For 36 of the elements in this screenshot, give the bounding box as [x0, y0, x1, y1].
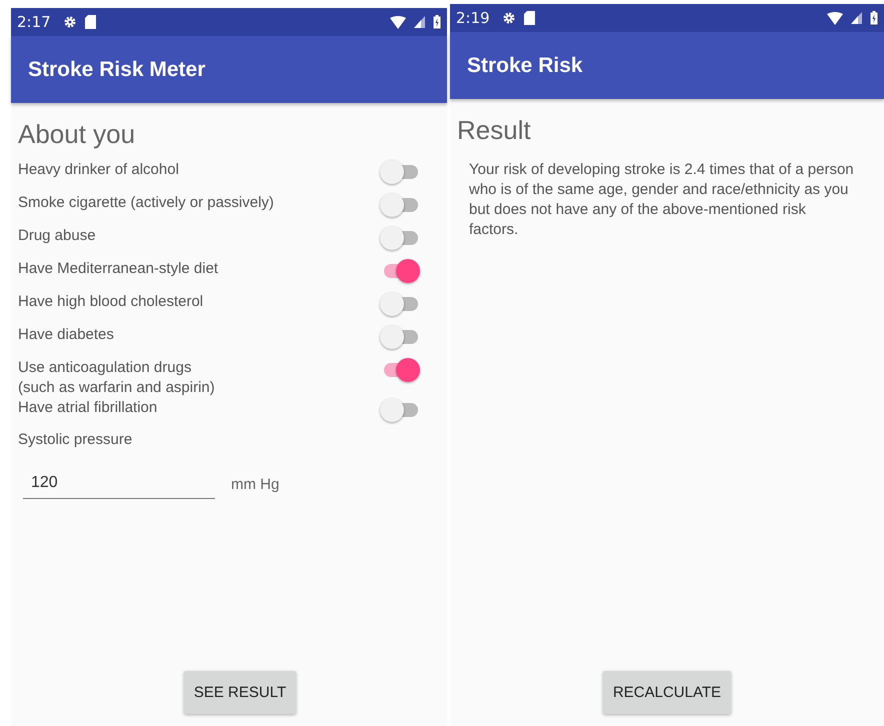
- app-title: Stroke Risk Meter: [28, 58, 206, 82]
- toggle-label: Have atrial fibrillation: [18, 398, 158, 418]
- gear-icon: [62, 15, 77, 29]
- battery-icon: [870, 11, 878, 25]
- see-result-button[interactable]: SEE RESULT: [184, 671, 296, 714]
- status-time: 2:17: [17, 13, 51, 31]
- sd-card-icon: [524, 11, 535, 25]
- app-title: Stroke Risk: [467, 54, 583, 78]
- field-label: Systolic pressure: [18, 431, 134, 448]
- toggle-label: Have high blood cholesterol: [18, 292, 204, 312]
- toggle-label: Use anticoagulation drugs (such as warfarin and aspirin): [18, 358, 215, 398]
- unit-label: mm Hg: [231, 476, 280, 493]
- toggle-switch[interactable]: [380, 325, 420, 349]
- toggle-switch[interactable]: [380, 292, 420, 316]
- toggle-label: Have diabetes: [18, 325, 114, 345]
- toggle-label: Have Mediterranean-style diet: [18, 259, 218, 279]
- toggle-switch[interactable]: [380, 160, 420, 184]
- toggle-switch[interactable]: [380, 193, 420, 217]
- pressure-input-field[interactable]: 120: [23, 470, 215, 499]
- toggle-switch[interactable]: [380, 398, 420, 422]
- toggle-label: Heavy drinker of alcohol: [18, 160, 179, 180]
- result-paragraph: Your risk of developing stroke is 2.4 times that of a person who is of the same age, gender and race/ethnicity as you but does not have any of the above-mentioned risk factors.: [469, 160, 854, 240]
- wifi-icon: [390, 16, 406, 28]
- toggle-label: Drug abuse: [18, 226, 96, 246]
- battery-icon: [433, 15, 441, 29]
- signal-icon: [851, 12, 862, 24]
- sd-card-icon: [84, 15, 96, 29]
- section-heading: About you: [18, 119, 136, 150]
- recalculate-button[interactable]: RECALCULATE: [602, 671, 732, 714]
- gear-icon: [502, 11, 516, 25]
- toggle-switch[interactable]: [380, 226, 420, 250]
- section-heading: Result: [457, 115, 532, 146]
- status-time: 2:19: [456, 9, 490, 27]
- toggle-label: Smoke cigarette (actively or passively): [18, 193, 274, 213]
- wifi-icon: [827, 12, 843, 24]
- signal-icon: [414, 16, 425, 28]
